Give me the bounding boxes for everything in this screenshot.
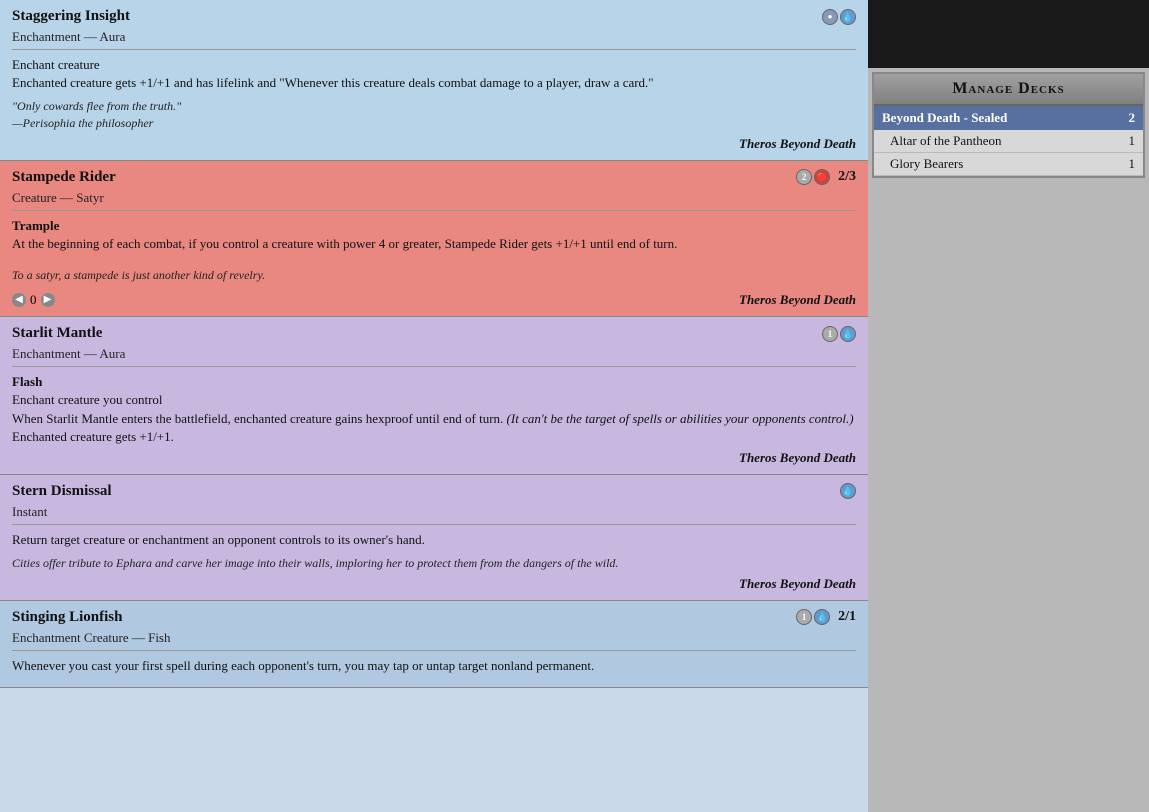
manage-decks-title: Manage Decks xyxy=(874,74,1143,106)
card-type: Creature — Satyr xyxy=(12,190,856,211)
card-rules: Enchant creature Enchanted creature gets… xyxy=(12,56,856,92)
card-stampede-rider: Stampede Rider 2 🔴 2/3 Creature — Satyr … xyxy=(0,161,868,317)
top-dark-area xyxy=(868,0,1149,68)
mana-blue-icon: 💧 xyxy=(840,9,856,25)
mana-generic-icon: 2 xyxy=(796,169,812,185)
card-name: Stern Dismissal xyxy=(12,483,112,500)
card-mana: 💧 xyxy=(840,483,856,499)
card-flavor: "Only cowards flee from the truth."—Peri… xyxy=(12,98,856,132)
deck-card-row-altar[interactable]: Altar of the Pantheon 1 xyxy=(874,130,1143,153)
card-mana: 1 💧 xyxy=(822,326,856,342)
card-name: Stinging Lionfish xyxy=(12,609,122,626)
deck-count-label: 2 xyxy=(1129,110,1136,126)
mana-blue-icon: 💧 xyxy=(814,609,830,625)
card-set: Theros Beyond Death xyxy=(739,292,856,308)
mana-blue-icon: 💧 xyxy=(840,326,856,342)
card-set: Theros Beyond Death xyxy=(739,136,856,152)
card-rules: Flash Enchant creature you control When … xyxy=(12,373,856,446)
mana-generic-icon: 1 xyxy=(822,326,838,342)
counter-right-button[interactable]: ▶ xyxy=(41,293,55,307)
deck-card-row-glory[interactable]: Glory Bearers 1 xyxy=(874,153,1143,176)
right-panel: Manage Decks Beyond Death - Sealed 2 Alt… xyxy=(868,0,1149,812)
card-power: 2/3 xyxy=(838,169,856,185)
card-stern-dismissal: Stern Dismissal 💧 Instant Return target … xyxy=(0,475,868,601)
counter-left-button[interactable]: ◀ xyxy=(12,293,26,307)
card-type: Enchantment — Aura xyxy=(12,346,856,367)
card-stinging-lionfish: Stinging Lionfish 1 💧 2/1 Enchantment Cr… xyxy=(0,601,868,688)
card-counter: ◀ 0 ▶ xyxy=(12,292,55,308)
mana-red-icon: 🔴 xyxy=(814,169,830,185)
card-type: Enchantment — Aura xyxy=(12,29,856,50)
card-list: Staggering Insight ● 💧 Enchantment — Aur… xyxy=(0,0,868,812)
card-staggering-insight: Staggering Insight ● 💧 Enchantment — Aur… xyxy=(0,0,868,161)
card-starlit-mantle: Starlit Mantle 1 💧 Enchantment — Aura Fl… xyxy=(0,317,868,475)
card-rules: Return target creature or enchantment an… xyxy=(12,531,856,549)
manage-decks-panel: Manage Decks Beyond Death - Sealed 2 Alt… xyxy=(872,72,1145,178)
deck-card-name: Altar of the Pantheon xyxy=(890,133,1002,149)
card-name: Staggering Insight xyxy=(12,8,130,25)
card-name: Starlit Mantle xyxy=(12,325,102,342)
deck-card-count: 1 xyxy=(1129,156,1136,172)
counter-value: 0 xyxy=(30,292,37,308)
card-rules: Whenever you cast your first spell durin… xyxy=(12,657,856,675)
mana-small-icon: ● xyxy=(822,9,838,25)
card-type: Instant xyxy=(12,504,856,525)
deck-card-count: 1 xyxy=(1129,133,1136,149)
card-flavor: Cities offer tribute to Ephara and carve… xyxy=(12,555,856,572)
card-set: Theros Beyond Death xyxy=(739,576,856,592)
card-mana: 1 💧 xyxy=(796,609,830,625)
mana-generic-icon: 1 xyxy=(796,609,812,625)
card-power: 2/1 xyxy=(838,609,856,625)
card-set: Theros Beyond Death xyxy=(739,450,856,466)
deck-card-name: Glory Bearers xyxy=(890,156,963,172)
card-mana: ● 💧 xyxy=(822,9,856,25)
card-name: Stampede Rider xyxy=(12,169,116,186)
mana-blue-icon: 💧 xyxy=(840,483,856,499)
card-rules: Trample At the beginning of each combat,… xyxy=(12,217,856,253)
card-flavor: To a satyr, a stampede is just another k… xyxy=(12,267,856,284)
deck-header-row: Beyond Death - Sealed 2 xyxy=(874,106,1143,130)
card-mana: 2 🔴 xyxy=(796,169,830,185)
deck-name-label: Beyond Death - Sealed xyxy=(882,110,1007,126)
card-type: Enchantment Creature — Fish xyxy=(12,630,856,651)
